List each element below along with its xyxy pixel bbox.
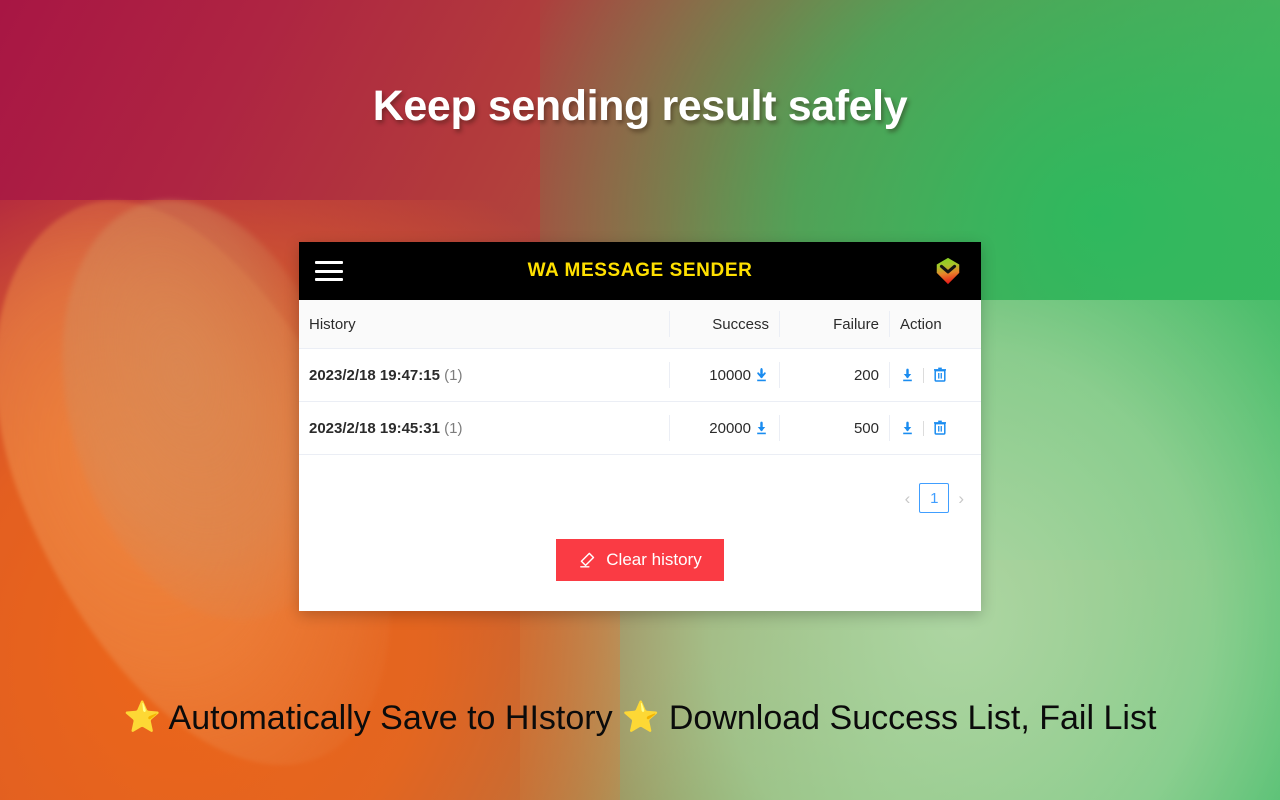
chevron-left-icon[interactable]: ‹ bbox=[905, 490, 911, 507]
eraser-icon bbox=[578, 551, 596, 569]
hamburger-menu-icon[interactable] bbox=[315, 261, 343, 281]
table-header-row: History Success Failure Action bbox=[299, 300, 981, 349]
table-row[interactable]: 2023/2/18 19:47:15 (1) 10000 200 bbox=[299, 349, 981, 402]
download-icon[interactable] bbox=[900, 368, 915, 383]
table-row[interactable]: 2023/2/18 19:45:31 (1) 20000 500 bbox=[299, 402, 981, 455]
column-header-history: History bbox=[309, 315, 356, 333]
download-icon[interactable] bbox=[900, 421, 915, 436]
action-divider bbox=[923, 420, 924, 436]
cell-failure: 200 bbox=[779, 362, 889, 388]
page-number-1[interactable]: 1 bbox=[919, 483, 950, 513]
cell-action bbox=[889, 415, 981, 441]
cell-success: 10000 bbox=[669, 362, 779, 388]
column-header-failure: Failure bbox=[779, 311, 889, 337]
download-icon[interactable] bbox=[754, 367, 769, 383]
cell-action bbox=[889, 362, 981, 388]
caption-text-right: Download Success List, Fail List bbox=[668, 699, 1157, 737]
page-headline: Keep sending result safely bbox=[372, 82, 908, 130]
failure-count: 500 bbox=[853, 419, 879, 437]
chevron-right-icon[interactable]: › bbox=[958, 490, 964, 507]
cell-history: 2023/2/18 19:47:15 (1) bbox=[299, 367, 669, 384]
star-icon: ⭐ bbox=[123, 701, 161, 734]
history-count: (1) bbox=[444, 366, 463, 384]
failure-count: 200 bbox=[853, 366, 879, 384]
caption-text-left: Automatically Save to HIstory bbox=[168, 699, 613, 737]
star-icon: ⭐ bbox=[622, 701, 660, 734]
diamond-gem-logo-icon bbox=[933, 256, 963, 286]
clear-button-container: Clear history bbox=[299, 513, 981, 581]
history-timestamp: 2023/2/18 19:45:31 bbox=[309, 419, 440, 437]
hamburger-bar bbox=[315, 269, 343, 273]
column-header-success: Success bbox=[669, 311, 779, 337]
column-header-action: Action bbox=[889, 311, 981, 337]
success-count: 10000 bbox=[709, 366, 751, 384]
app-window-card: WA MESSAGE SENDER History Success Failur… bbox=[299, 242, 981, 611]
cell-success: 20000 bbox=[669, 415, 779, 441]
hamburger-bar bbox=[315, 261, 343, 264]
success-count: 20000 bbox=[709, 419, 751, 437]
app-title: WA MESSAGE SENDER bbox=[527, 260, 753, 281]
hamburger-bar bbox=[315, 278, 343, 281]
app-header-bar: WA MESSAGE SENDER bbox=[299, 242, 981, 300]
trash-icon[interactable] bbox=[932, 420, 948, 436]
cell-history: 2023/2/18 19:45:31 (1) bbox=[299, 420, 669, 437]
screenshot-stage: Keep sending result safely WA MESSAGE SE… bbox=[0, 0, 1280, 800]
bottom-caption: ⭐ Automatically Save to HIstory ⭐ Downlo… bbox=[0, 699, 1280, 738]
clear-history-label: Clear history bbox=[606, 550, 702, 569]
download-icon[interactable] bbox=[754, 421, 769, 436]
pagination: ‹ 1 › bbox=[299, 455, 981, 513]
clear-history-button[interactable]: Clear history bbox=[556, 539, 724, 581]
history-count: (1) bbox=[444, 419, 463, 437]
cell-failure: 500 bbox=[779, 415, 889, 441]
history-timestamp: 2023/2/18 19:47:15 bbox=[309, 366, 440, 384]
action-divider bbox=[923, 367, 924, 383]
trash-icon[interactable] bbox=[932, 367, 948, 383]
